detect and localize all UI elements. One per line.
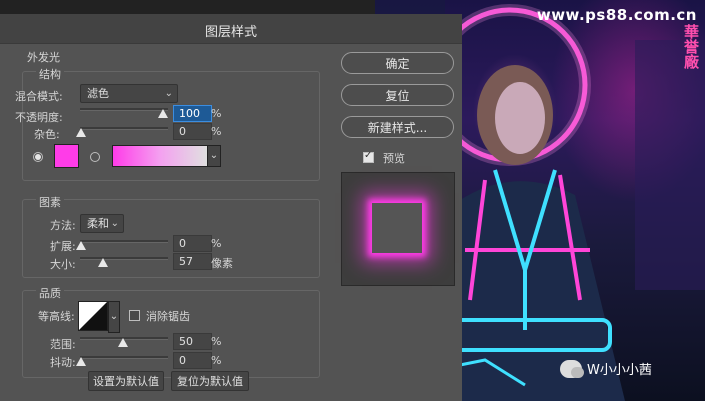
noise-input[interactable]: 0: [173, 123, 212, 140]
blend-mode-label: 混合模式:: [15, 90, 63, 103]
size-slider-thumb[interactable]: [98, 258, 108, 267]
jitter-input[interactable]: 0: [173, 352, 212, 369]
spread-slider-thumb[interactable]: [76, 241, 86, 250]
wechat-badge: W小小小茜: [560, 359, 652, 378]
contour-dropdown-chevron-icon[interactable]: ⌄: [108, 301, 120, 333]
dialog-titlebar[interactable]: 图层样式: [0, 14, 462, 44]
range-input[interactable]: 50: [173, 333, 212, 350]
preview-label: 预览: [383, 152, 405, 165]
quality-heading: 品质: [36, 285, 64, 301]
technique-label: 方法:: [50, 219, 76, 232]
outer-glow-heading: 外发光: [27, 51, 60, 64]
elements-heading: 图素: [36, 194, 64, 210]
preview-checkbox[interactable]: [363, 150, 374, 163]
size-slider-track[interactable]: [80, 257, 168, 260]
style-preview-swatch: [372, 203, 422, 253]
range-unit: %: [211, 335, 222, 348]
watermark-text: www.ps88.com.cn: [536, 6, 697, 24]
ok-button[interactable]: 确定: [341, 52, 454, 74]
size-unit: 像素: [211, 257, 233, 270]
reset-button[interactable]: 复位: [341, 84, 454, 106]
gradient-radio[interactable]: [90, 152, 100, 162]
gradient-preview[interactable]: [112, 145, 208, 167]
wechat-label: W小小小茜: [587, 363, 652, 378]
noise-slider-thumb[interactable]: [76, 128, 86, 137]
opacity-slider-thumb[interactable]: [158, 109, 168, 118]
wechat-icon: [560, 359, 584, 378]
structure-heading: 结构: [36, 66, 64, 82]
noise-unit: %: [211, 125, 222, 138]
antialias-checkbox[interactable]: [129, 310, 140, 321]
size-input[interactable]: 57: [173, 253, 212, 270]
size-label: 大小:: [50, 258, 76, 271]
style-preview-box: [341, 172, 455, 286]
neon-sign: 華誉廠: [682, 24, 700, 69]
gradient-dropdown-chevron-icon[interactable]: ⌄: [207, 145, 221, 167]
dialog-title: 图层样式: [204, 25, 257, 40]
chevron-down-icon: ⌄: [164, 88, 173, 99]
contour-label: 等高线:: [38, 310, 75, 323]
chevron-down-icon: ⌄: [110, 218, 119, 229]
noise-label: 杂色:: [34, 128, 60, 141]
reset-default-button[interactable]: 复位为默认值: [171, 371, 249, 391]
spread-input[interactable]: 0: [173, 235, 212, 252]
layer-style-dialog: 图层样式 外发光 结构 混合模式: 滤色 ⌄ 不透明度: 100 % 杂色: 0…: [0, 14, 462, 401]
noise-slider-track[interactable]: [80, 127, 168, 130]
opacity-slider-track[interactable]: [80, 108, 168, 111]
blend-mode-select[interactable]: 滤色 ⌄: [80, 84, 178, 103]
jitter-slider-track[interactable]: [80, 356, 168, 359]
jitter-label: 抖动:: [50, 356, 76, 369]
jitter-slider-thumb[interactable]: [76, 357, 86, 366]
make-default-button[interactable]: 设置为默认值: [88, 371, 164, 391]
opacity-unit: %: [211, 107, 222, 120]
contour-preview[interactable]: [78, 301, 108, 331]
technique-select[interactable]: 柔和 ⌄: [80, 214, 124, 233]
jitter-unit: %: [211, 354, 222, 367]
solid-color-radio[interactable]: [33, 152, 43, 162]
glow-color-swatch[interactable]: [54, 144, 79, 168]
opacity-label: 不透明度:: [15, 111, 63, 124]
spread-unit: %: [211, 237, 222, 250]
antialias-label: 消除锯齿: [146, 310, 190, 323]
opacity-input[interactable]: 100: [173, 105, 212, 122]
range-slider-thumb[interactable]: [118, 338, 128, 347]
top-bar: [0, 0, 375, 14]
technique-value: 柔和: [87, 217, 109, 230]
blend-mode-value: 滤色: [87, 87, 109, 100]
spread-label: 扩展:: [50, 240, 76, 253]
spread-slider-track[interactable]: [80, 240, 168, 243]
range-label: 范围:: [50, 338, 76, 351]
new-style-button[interactable]: 新建样式...: [341, 116, 454, 138]
